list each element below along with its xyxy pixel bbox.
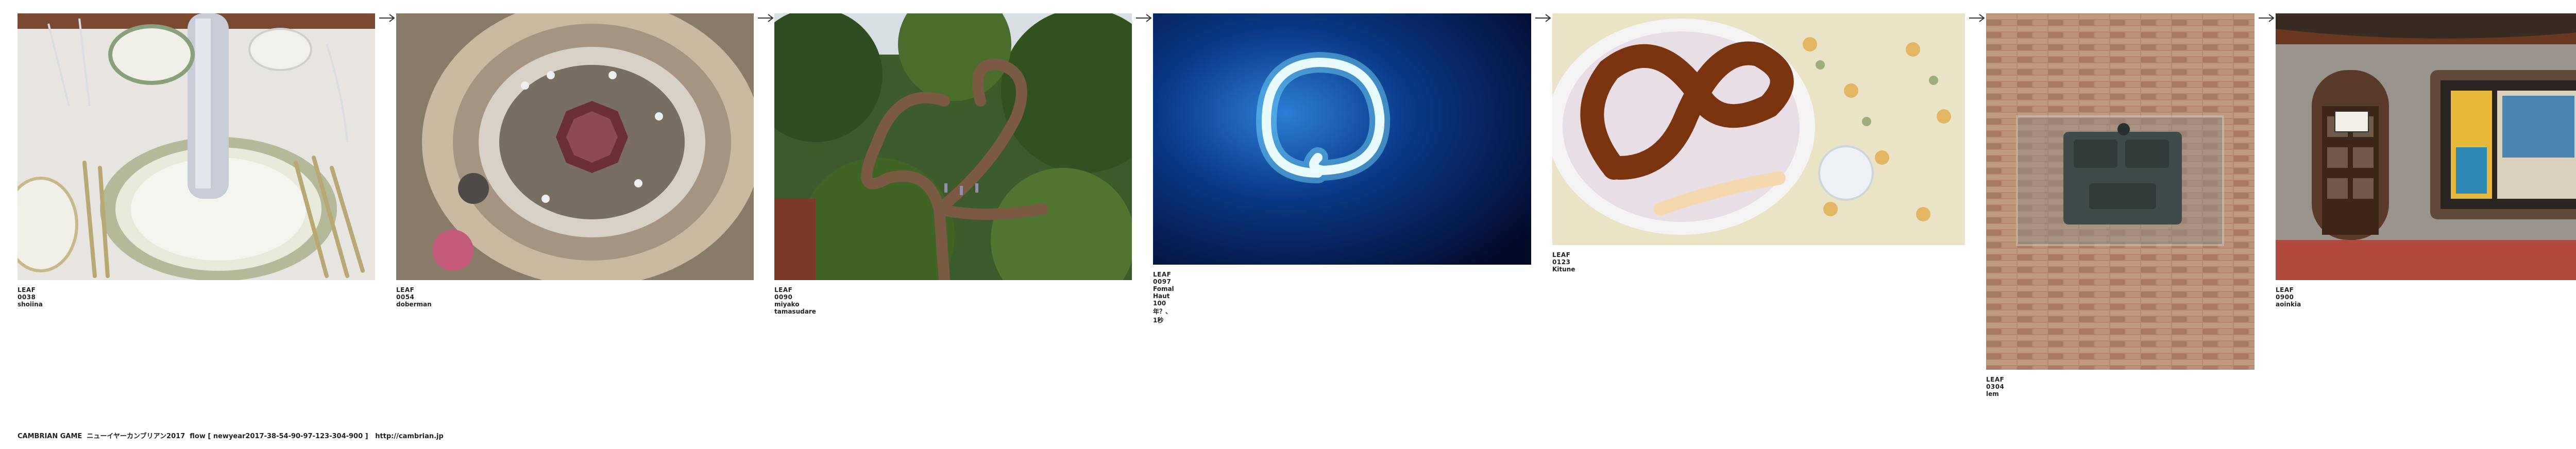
flow-arrow-icon [2258,13,2275,23]
leaf-author[interactable]: miyako tamasudare [774,301,816,315]
leaf-author[interactable]: Fomal Haut [1153,285,1174,300]
leaf-id: LEAF 0038 [18,286,36,301]
leaf-id: LEAF 0304 [1986,376,2005,390]
flow-arrow-icon [1968,13,1986,23]
flow-arrow-icon [1534,13,1552,23]
leaf-id: LEAF 0097 [1153,271,1172,285]
leaf-id: LEAF 0090 [774,286,793,301]
leaf-author[interactable]: Kitune [1552,266,1575,273]
spiral-stair-photo[interactable] [396,13,754,280]
leaf-id: LEAF 0900 [2276,286,2294,301]
flow-footer: CAMBRIAN GAME ニューイヤーカンブリアン2017 flow [ ne… [18,433,444,440]
leaf-author[interactable]: lem [1986,390,1999,398]
dinner-table-photo[interactable] [18,13,375,280]
twisted-tree-photo[interactable] [774,13,1132,280]
brick-meter-photo[interactable] [1986,13,2255,370]
pretzel-photo[interactable] [1552,13,1965,245]
leaf-id: LEAF 0123 [1552,251,1571,266]
neon-ring-photo[interactable] [1153,13,1531,265]
leaf-author[interactable]: shoiina [18,301,43,308]
leaf-id: LEAF 0054 [396,286,415,301]
flow-arrow-icon [1135,13,1153,23]
leaf-note: 100年？、1秒 [1153,300,1172,324]
flow-arrow-icon [757,13,774,23]
flow-arrow-icon [378,13,396,23]
shop-door-photo[interactable] [2276,13,2576,280]
leaf-author[interactable]: aoinkia [2276,301,2301,308]
leaf-author[interactable]: doberman [396,301,432,308]
